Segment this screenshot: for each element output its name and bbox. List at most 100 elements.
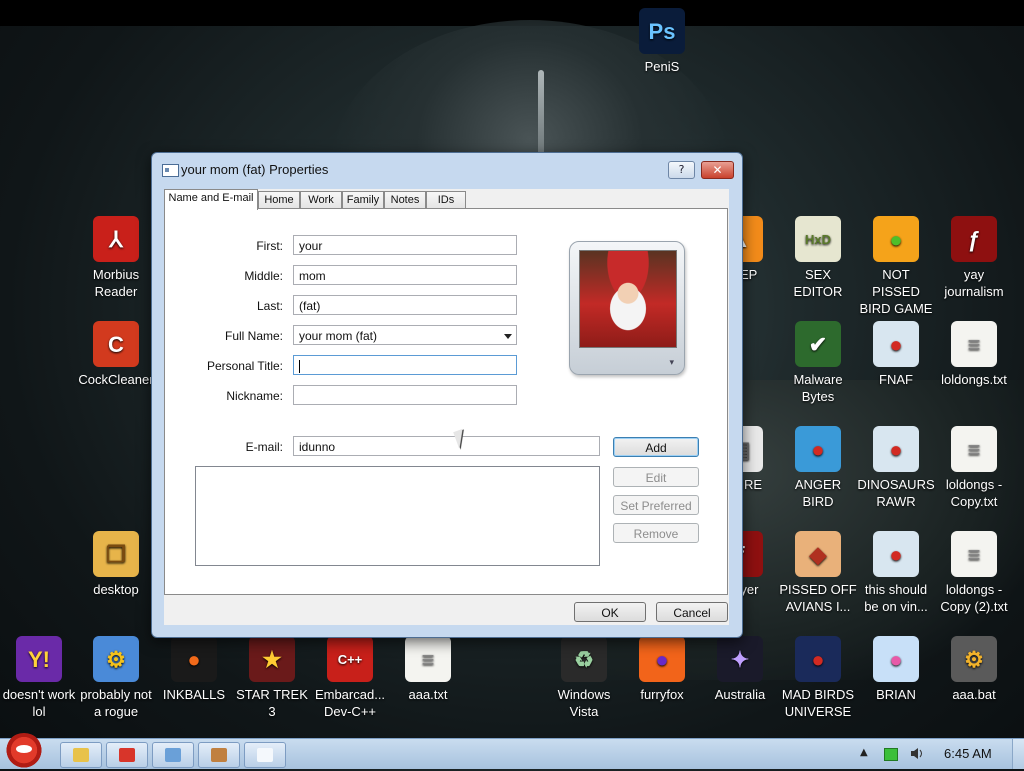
inkball-icon: ● — [171, 636, 217, 682]
cancel-button[interactable]: Cancel — [656, 602, 728, 622]
desktop-shortcut-label: this should be on vin... — [864, 582, 928, 614]
last-name-input[interactable]: (fat) — [293, 295, 517, 315]
desktop-shortcut[interactable]: ⚙ aaa.bat — [935, 636, 1013, 703]
desktop-shortcut[interactable]: ❐ desktop — [77, 531, 155, 598]
desktop-shortcut[interactable]: ● ANGER BIRD — [779, 426, 857, 510]
ok-button[interactable]: OK — [574, 602, 646, 622]
desktop-shortcut-label: MAD BIRDS UNIVERSE — [781, 687, 855, 719]
email-list[interactable] — [195, 466, 600, 566]
tab-family[interactable]: Family — [342, 191, 384, 209]
desktop-shortcut[interactable]: ⚙ probably not a rogue — [77, 636, 155, 720]
tab-home[interactable]: Home — [258, 191, 300, 209]
batch-file-icon: ⚙ — [951, 636, 997, 682]
text-file-icon: ≡ — [405, 636, 451, 682]
middle-label: Middle: — [244, 269, 283, 283]
desktop-shortcut[interactable]: ● FNAF — [857, 321, 935, 388]
show-hidden-icons-button[interactable]: ▲ — [860, 747, 868, 758]
dialog-body: Name and E-mail Home Work Family Notes I… — [164, 189, 729, 625]
nickname-input[interactable] — [293, 385, 517, 405]
desktop-shortcut[interactable]: ƒ yay journalism — [935, 216, 1013, 300]
tab-ids[interactable]: IDs — [426, 191, 466, 209]
desktop-shortcut[interactable]: ● this should be on vin... — [857, 531, 935, 615]
star-wars-icon: ★ — [249, 636, 295, 682]
show-desktop-button[interactable] — [1012, 739, 1024, 769]
set-preferred-button[interactable]: Set Preferred — [613, 495, 699, 515]
dialog-title: your mom (fat) Properties — [181, 162, 329, 177]
desktop-shortcut[interactable]: ≡ aaa.txt — [389, 636, 467, 703]
desktop-shortcut-label: SEX EDITOR — [793, 267, 843, 299]
desktop-shortcut[interactable]: ≡ loldongs.txt — [935, 321, 1013, 388]
angry-bird-icon: ● — [873, 426, 919, 472]
personal-title-label: Personal Title: — [206, 359, 283, 373]
tab-name-and-email[interactable]: Name and E-mail — [164, 189, 258, 210]
flash-icon: ƒ — [951, 216, 997, 262]
desktop-shortcut[interactable]: ✦ Australia — [701, 636, 779, 703]
desktop-shortcut[interactable]: ● INKBALLS — [155, 636, 233, 703]
contacts-window-icon — [257, 748, 273, 762]
full-name-dropdown[interactable]: your mom (fat) — [293, 325, 517, 345]
add-button[interactable]: Add — [613, 437, 699, 457]
desktop-shortcut[interactable]: Y! doesn't work lol — [0, 636, 78, 720]
desktop-shortcut-label: ANGER BIRD — [794, 477, 842, 509]
dev-cpp-icon: C++ — [327, 636, 373, 682]
desktop-shortcut[interactable]: ● NOT PISSED BIRD GAME — [857, 216, 935, 317]
desktop-shortcut[interactable]: ● BRIAN — [857, 636, 935, 703]
desktop-shortcut[interactable]: ● DINOSAURS RAWR — [857, 426, 935, 510]
hex-editor-icon: HxD — [795, 216, 841, 262]
text-file-icon: ≡ — [951, 426, 997, 472]
start-button[interactable] — [4, 733, 44, 771]
desktop-shortcut[interactable]: ♻ Windows Vista — [545, 636, 623, 720]
tab-work[interactable]: Work — [300, 191, 342, 209]
desktop-shortcut[interactable]: ● MAD BIRDS UNIVERSE — [779, 636, 857, 720]
desktop-shortcut-label: DINOSAURS RAWR — [857, 477, 935, 509]
close-button[interactable]: ✕ — [701, 161, 734, 179]
desktop-shortcut-label: NOT PISSED BIRD GAME — [859, 267, 933, 316]
volume-icon[interactable] — [910, 747, 924, 760]
chevron-down-icon[interactable] — [504, 334, 512, 339]
desktop-shortcut[interactable]: ★ STAR TREK 3 — [233, 636, 311, 720]
contact-card-icon — [162, 164, 179, 177]
desktop-shortcut[interactable]: C++ Embarcad... Dev-C++ — [311, 636, 389, 720]
email-input[interactable]: idunno — [293, 436, 600, 456]
contact-photo-frame[interactable]: ▾ — [569, 241, 685, 375]
yahoo-messenger-icon: Y! — [16, 636, 62, 682]
personal-title-input[interactable] — [293, 355, 517, 375]
chevron-down-icon[interactable]: ▾ — [669, 358, 674, 368]
angry-birds-pig-icon: ● — [873, 216, 919, 262]
taskbar-app-button[interactable] — [60, 742, 102, 768]
desktop-shortcut[interactable]: ● furryfox — [623, 636, 701, 703]
taskbar-app-button[interactable] — [106, 742, 148, 768]
middle-name-input[interactable]: mom — [293, 265, 517, 285]
edit-button[interactable]: Edit — [613, 467, 699, 487]
desktop-shortcut-label: Australia — [714, 687, 766, 702]
firefox-icon: ● — [639, 636, 685, 682]
help-button[interactable]: ? — [668, 161, 695, 179]
angry-bird-icon: ● — [795, 426, 841, 472]
taskbar-app-button[interactable] — [198, 742, 240, 768]
desktop-shortcut-label: loldongs - Copy (2).txt — [940, 582, 1008, 614]
desktop-shortcut-label: yay journalism — [944, 267, 1004, 299]
desktop-shortcut[interactable]: ≡ loldongs - Copy.txt — [935, 426, 1013, 510]
desktop-shortcut[interactable]: ✔ Malware Bytes — [779, 321, 857, 405]
taskbar-app-button[interactable] — [152, 742, 194, 768]
tab-notes[interactable]: Notes — [384, 191, 426, 209]
remove-button[interactable]: Remove — [613, 523, 699, 543]
desktop-shortcut[interactable]: HxD SEX EDITOR — [779, 216, 857, 300]
first-name-input[interactable]: your — [293, 235, 517, 255]
desktop-shortcut-label: aaa.txt — [408, 687, 448, 702]
desktop-shortcut[interactable]: ⅄ Morbius Reader — [77, 216, 155, 300]
desktop-shortcut-label: STAR TREK 3 — [236, 687, 308, 719]
system-tool-icon: ⚙ — [93, 636, 139, 682]
taskbar-app-button[interactable] — [244, 742, 286, 768]
desktop-shortcut[interactable]: ◆ PISSED OFF AVIANS I... — [779, 531, 857, 615]
system-clock[interactable]: 6:45 AM — [944, 746, 992, 761]
desktop-shortcut[interactable]: Ps PeniS — [623, 8, 701, 75]
desktop-shortcut-label: loldongs.txt — [941, 372, 1007, 387]
desktop-shortcut[interactable]: ≡ loldongs - Copy (2).txt — [935, 531, 1013, 615]
last-label: Last: — [256, 299, 283, 313]
desktop-shortcut-label: furryfox — [640, 687, 684, 702]
desktop-shortcut[interactable]: C CockCleaner — [77, 321, 155, 388]
network-icon[interactable] — [884, 748, 898, 761]
desktop-shortcut-label: CockCleaner — [78, 372, 154, 387]
dialog-titlebar[interactable]: your mom (fat) Properties ? ✕ — [152, 153, 742, 183]
